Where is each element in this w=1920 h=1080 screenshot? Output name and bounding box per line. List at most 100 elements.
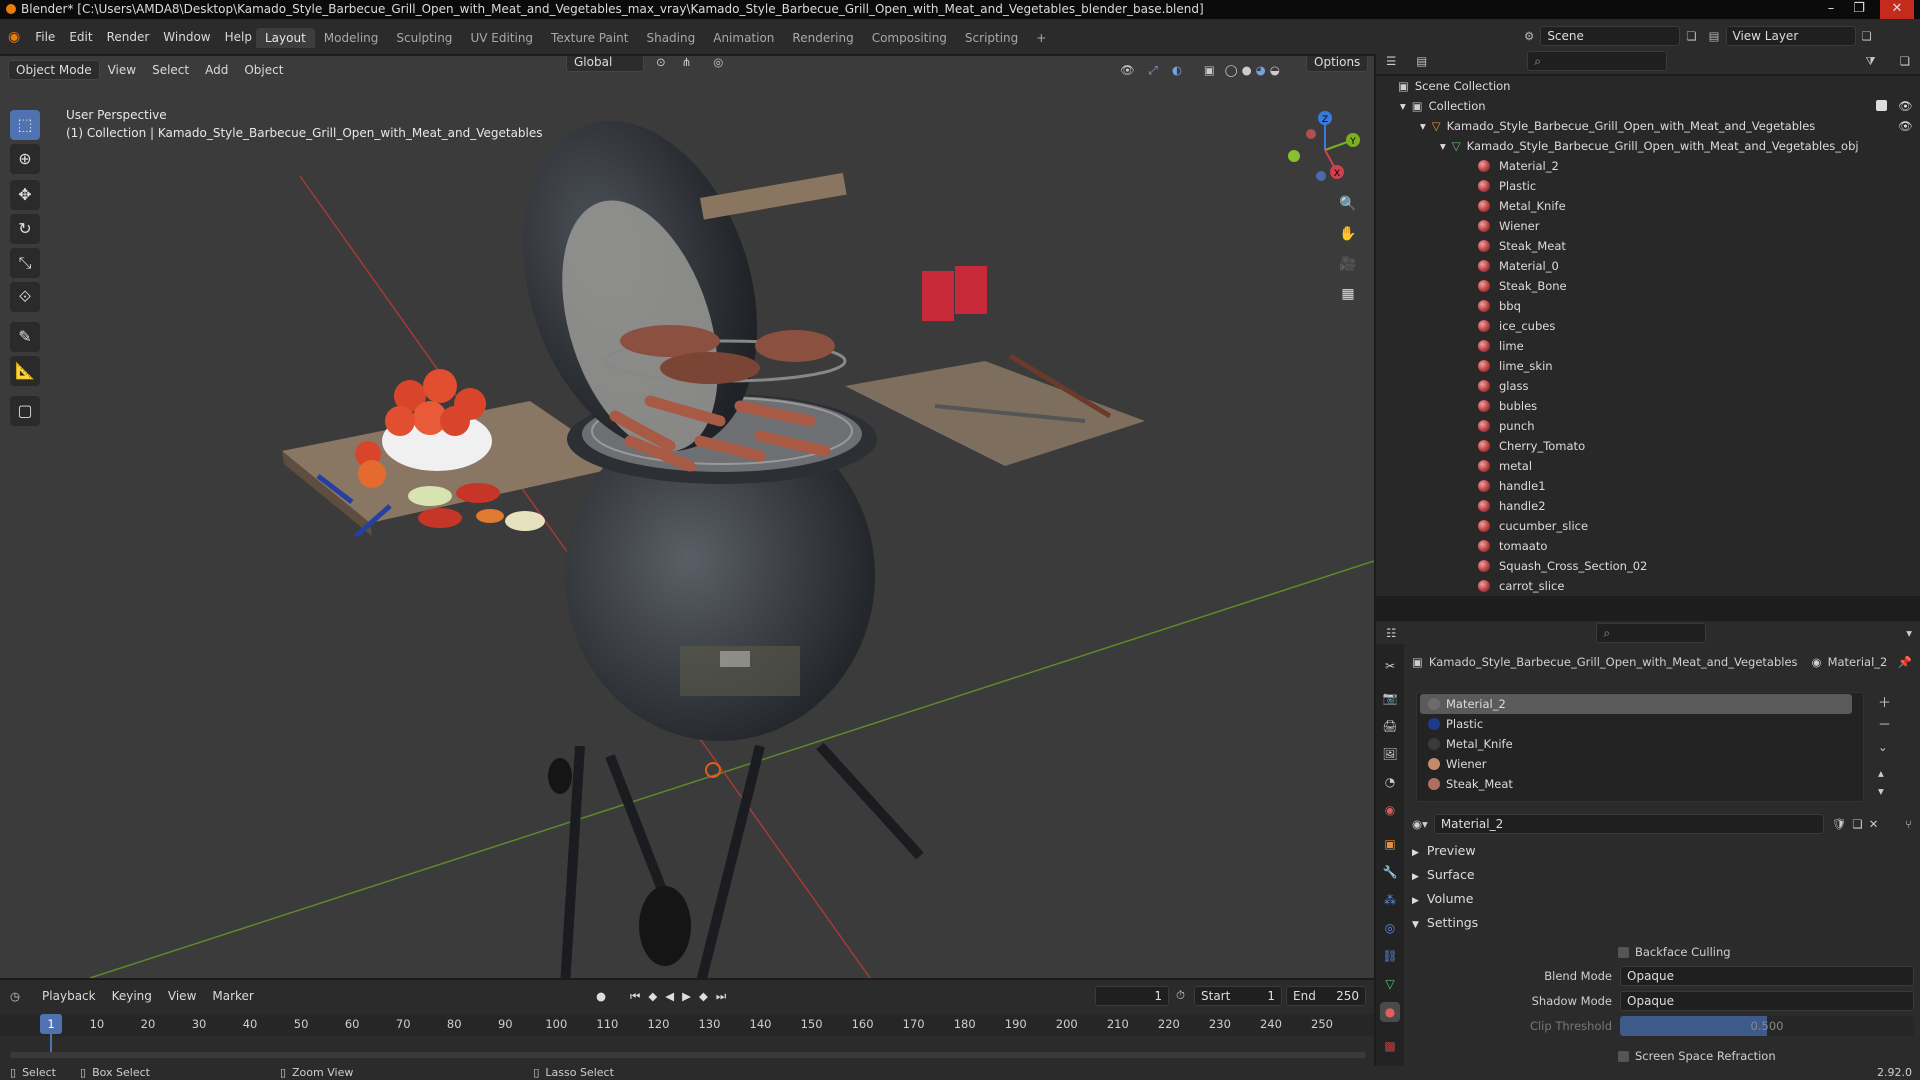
outliner-material-row[interactable]: Material_0 xyxy=(1376,256,1920,276)
outliner-material-row[interactable]: cucumber_slice xyxy=(1376,516,1920,536)
options-button[interactable]: Options xyxy=(1306,56,1369,72)
outliner-material-row[interactable]: handle1 xyxy=(1376,476,1920,496)
ssr-checkbox[interactable] xyxy=(1618,1050,1629,1062)
overlay-toggle-icon[interactable]: ◐ xyxy=(1172,63,1182,77)
menu-render[interactable]: Render xyxy=(100,30,157,44)
exclude-checkbox[interactable] xyxy=(1876,100,1887,111)
transform-orientation-select[interactable]: Global xyxy=(566,56,644,72)
fake-user-icon[interactable]: 🛡 xyxy=(1832,817,1847,831)
remove-slot-button[interactable]: － xyxy=(1878,714,1891,733)
tab-animation[interactable]: Animation xyxy=(704,28,783,48)
outliner-material-row[interactable]: bubles xyxy=(1376,396,1920,416)
clip-threshold-slider[interactable]: 0.500 xyxy=(1620,1016,1914,1036)
object-visibility-icon[interactable]: 👁 xyxy=(1898,116,1913,136)
properties-search-input[interactable]: ⌕ xyxy=(1596,622,1707,643)
outliner-search-input[interactable]: ⌕ xyxy=(1527,51,1668,71)
slot-specials-icon[interactable]: ⌄ xyxy=(1878,740,1888,754)
outliner-material-row[interactable]: Metal_Knife xyxy=(1376,196,1920,216)
outliner-material-row[interactable]: lime xyxy=(1376,336,1920,356)
navigation-gizmo[interactable]: Z Y X xyxy=(1285,110,1365,190)
ssr-row[interactable]: Screen Space Refraction xyxy=(1618,1048,1776,1064)
tab-modeling[interactable]: Modeling xyxy=(315,28,388,48)
outliner-material-row[interactable]: metal xyxy=(1376,456,1920,476)
material-shading-icon[interactable]: ◕ xyxy=(1256,63,1266,77)
annotate-tool[interactable]: ✎ xyxy=(10,322,40,352)
tab-rendering[interactable]: Rendering xyxy=(783,28,862,48)
tab-uv-editing[interactable]: UV Editing xyxy=(461,28,542,48)
rotate-tool[interactable]: ↻ xyxy=(10,214,40,244)
move-slot-up-icon[interactable]: ▴ xyxy=(1878,766,1884,780)
backface-culling-checkbox[interactable] xyxy=(1618,946,1629,958)
blend-mode-select[interactable]: Opaque xyxy=(1620,966,1914,986)
outliner-material-row[interactable]: handle2 xyxy=(1376,496,1920,516)
filter-icon[interactable]: ⧩ xyxy=(1865,54,1875,69)
material-slot[interactable]: Material_2 xyxy=(1420,694,1852,714)
proportional-edit-icon[interactable]: ◎ xyxy=(713,56,723,69)
wireframe-shading-icon[interactable]: ◯ xyxy=(1225,63,1238,77)
blender-menu-icon[interactable]: ◉ xyxy=(8,29,20,45)
cursor-tool[interactable]: ⊕ xyxy=(10,144,40,174)
new-view-layer-icon[interactable]: ❏ xyxy=(1862,29,1872,43)
outliner-material-row[interactable]: carrot_slice xyxy=(1376,576,1920,596)
minimize-button[interactable]: – xyxy=(1818,0,1844,19)
menu-help[interactable]: Help xyxy=(218,30,259,44)
backface-culling-row[interactable]: Backface Culling xyxy=(1618,944,1731,960)
object-row[interactable]: ▾ ▽ Kamado_Style_Barbecue_Grill_Open_with_… xyxy=(1376,116,1920,136)
visibility-eye-icon[interactable]: 👁 xyxy=(1898,96,1913,116)
close-button[interactable]: ✕ xyxy=(1880,0,1914,19)
scene-name-field[interactable]: Scene xyxy=(1540,26,1681,46)
viewport-menu-add[interactable]: Add xyxy=(197,63,236,77)
material-browse-icon[interactable]: ◉▾ xyxy=(1412,817,1428,831)
material-slot[interactable]: Plastic xyxy=(1420,714,1852,734)
material-slot[interactable]: Steak_Meat xyxy=(1420,774,1852,794)
pan-hand-icon[interactable]: ✋ xyxy=(1336,222,1360,246)
menu-edit[interactable]: Edit xyxy=(62,30,99,44)
volume-panel-header[interactable]: ▶ Volume xyxy=(1412,888,1912,910)
move-tool[interactable]: ✥ xyxy=(10,180,40,210)
tab-compositing[interactable]: Compositing xyxy=(863,28,956,48)
tab-texture-paint[interactable]: Texture Paint xyxy=(542,28,637,48)
add-workspace-button[interactable]: + xyxy=(1027,28,1055,48)
object-tab-icon[interactable]: ▣ xyxy=(1380,834,1400,854)
outliner-material-row[interactable]: Cherry_Tomato xyxy=(1376,436,1920,456)
timeline-scrollbar[interactable] xyxy=(10,1052,1366,1058)
snap-icon[interactable]: ⋔ xyxy=(682,56,692,69)
mesh-row[interactable]: ▾ ▽ Kamado_Style_Barbecue_Grill_Open_with_… xyxy=(1376,136,1920,156)
outliner-material-row[interactable]: Steak_Meat xyxy=(1376,236,1920,256)
zoom-icon[interactable]: 🔍 xyxy=(1336,192,1360,216)
ortho-grid-icon[interactable]: ▦ xyxy=(1336,282,1360,306)
outliner-editor-icon[interactable]: ☰ xyxy=(1386,54,1396,68)
collapse-arrow-icon[interactable]: ▾ xyxy=(1400,99,1406,113)
surface-panel-header[interactable]: ▶ Surface xyxy=(1412,864,1912,886)
add-cube-tool[interactable]: ▢ xyxy=(10,396,40,426)
modifier-tab-icon[interactable]: 🔧 xyxy=(1380,862,1400,882)
mesh-data-tab-icon[interactable]: ▽ xyxy=(1380,974,1400,994)
render-tab-icon[interactable]: 📷 xyxy=(1380,688,1400,708)
viewport-menu-object[interactable]: Object xyxy=(236,63,291,77)
viewport-menu-select[interactable]: Select xyxy=(144,63,197,77)
pivot-icon[interactable]: ⊙ xyxy=(656,56,666,69)
tab-layout[interactable]: Layout xyxy=(256,28,315,48)
physics-tab-icon[interactable]: ◎ xyxy=(1380,918,1400,938)
maximize-button[interactable]: ❐ xyxy=(1846,0,1872,19)
3d-viewport[interactable]: Object Mode View Select Add Object Globa… xyxy=(0,56,1374,978)
material-name-field[interactable]: Material_2 xyxy=(1433,814,1824,834)
duplicate-material-icon[interactable]: ❏ xyxy=(1852,817,1862,831)
material-slot[interactable]: Wiener xyxy=(1420,754,1852,774)
outliner-material-row[interactable]: glass xyxy=(1376,376,1920,396)
preview-panel-header[interactable]: ▶ Preview xyxy=(1412,840,1912,862)
outliner-material-row[interactable]: Squash_Cross_Section_02 xyxy=(1376,556,1920,576)
viewport-menu-view[interactable]: View xyxy=(100,63,144,77)
pin-icon[interactable]: 📌 xyxy=(1898,655,1912,669)
outliner-material-row[interactable]: bbq xyxy=(1376,296,1920,316)
outliner-material-row[interactable]: Plastic xyxy=(1376,176,1920,196)
settings-panel-header[interactable]: ▼ Settings xyxy=(1412,912,1912,934)
move-slot-down-icon[interactable]: ▾ xyxy=(1878,784,1884,798)
scene-collection-row[interactable]: ▣ Scene Collection xyxy=(1376,76,1920,96)
outliner-material-row[interactable]: Steak_Bone xyxy=(1376,276,1920,296)
outliner-material-row[interactable]: Material_2 xyxy=(1376,156,1920,176)
collapse-arrow-icon[interactable]: ▾ xyxy=(1440,139,1446,153)
unlink-material-icon[interactable]: ✕ xyxy=(1869,817,1879,831)
gizmo-toggle-icon[interactable]: ⤢ xyxy=(1149,63,1158,78)
scale-tool[interactable]: ⤡ xyxy=(10,248,40,278)
